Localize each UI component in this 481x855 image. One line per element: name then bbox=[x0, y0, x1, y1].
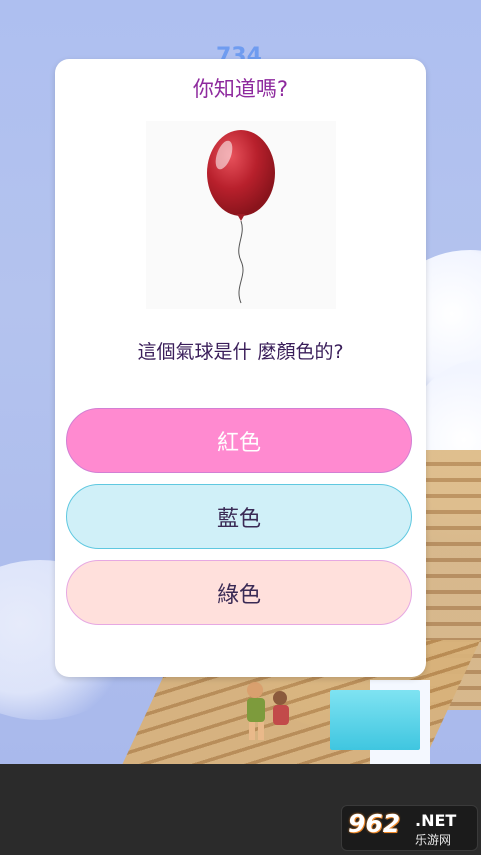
red-balloon-icon bbox=[207, 130, 275, 304]
dialog-title: 你知道嗎? bbox=[192, 77, 289, 101]
watermark-suffix: .NET bbox=[415, 811, 457, 830]
answer-option-green[interactable]: 綠色 bbox=[66, 560, 412, 625]
answer-option-label: 藍色 bbox=[216, 506, 261, 532]
quiz-dialog: 你知道嗎? 這個氣球是什 麼顏色的? 紅色 藍色 綠色 bbox=[55, 59, 426, 677]
answer-option-label: 紅色 bbox=[216, 430, 261, 456]
answer-option-red[interactable]: 紅色 bbox=[66, 408, 412, 473]
site-watermark: 962 .NET 乐游网 bbox=[341, 805, 478, 851]
question-image bbox=[146, 121, 336, 309]
answer-option-blue[interactable]: 藍色 bbox=[66, 484, 412, 549]
question-text: 這個氣球是什 麼顏色的? bbox=[137, 341, 344, 363]
character-icon bbox=[247, 682, 289, 740]
cyan-block bbox=[330, 690, 420, 750]
watermark-text: 乐游网 bbox=[415, 833, 452, 847]
answer-option-label: 綠色 bbox=[216, 582, 261, 608]
watermark-number: 962 bbox=[348, 809, 401, 838]
